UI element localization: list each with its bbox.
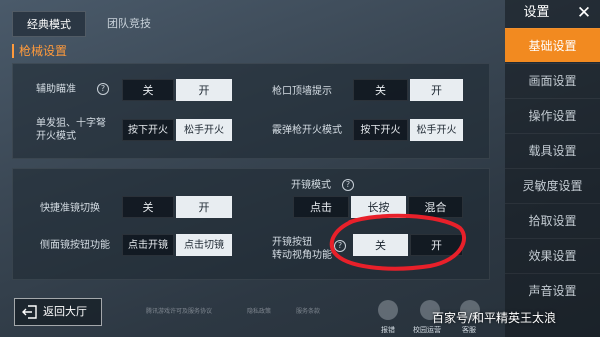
exit-icon — [22, 305, 37, 319]
aim-assist-off-button[interactable]: 关 — [122, 79, 174, 101]
single-shot-press-fire-button[interactable]: 按下开火 — [122, 119, 174, 141]
footnote-terms[interactable]: 服务条款 — [296, 306, 320, 315]
shotgun-release-fire-button[interactable]: 松手开火 — [410, 119, 463, 141]
aim-assist-on-button[interactable]: 开 — [176, 79, 232, 101]
muzzle-wall-hint-off-button[interactable]: 关 — [353, 79, 408, 101]
quick-scope-switch-on-button[interactable]: 开 — [176, 196, 232, 218]
settings-title: 设置 — [523, 5, 550, 20]
sidebar-item-sound[interactable]: 声音设置 — [505, 273, 600, 307]
single-shot-release-fire-button[interactable]: 松手开火 — [176, 119, 232, 141]
tab-classic-mode[interactable]: 经典模式 — [12, 11, 86, 37]
scope-mode-label: 开镜模式 — [291, 180, 331, 191]
scope-mode-help-icon[interactable]: ? — [342, 179, 354, 191]
sidebar-item-effects[interactable]: 效果设置 — [505, 238, 600, 272]
single-shot-fire-mode-label-line2: 开火模式 — [36, 131, 76, 142]
scope-turn-view-label-line1: 开镜按钮 — [272, 237, 312, 248]
sidebar-item-pickup[interactable]: 拾取设置 — [505, 203, 600, 237]
campus-label: 校园运营 — [413, 326, 441, 334]
section-title-weapon-settings: 枪械设置 — [12, 44, 67, 58]
single-shot-fire-mode-label-line1: 单发狙、十字弩 — [36, 118, 106, 129]
close-icon[interactable]: ✕ — [570, 1, 598, 25]
aim-assist-label: 辅助瞄准 — [36, 84, 76, 95]
watermark: 百家号/和平精英王太浪 — [432, 311, 557, 325]
side-scope-switch-button[interactable]: 点击切镜 — [176, 234, 232, 256]
warning-icon[interactable] — [378, 300, 398, 320]
weapon-settings-panel — [12, 63, 490, 159]
muzzle-wall-hint-label: 枪口顶墙提示 — [272, 86, 332, 97]
footnote-license[interactable]: 腾讯游戏许可及服务协议 — [146, 306, 212, 315]
side-scope-button-label: 侧面镜按钮功能 — [40, 240, 110, 251]
aim-assist-help-icon[interactable]: ? — [97, 83, 109, 95]
quick-scope-switch-off-button[interactable]: 关 — [122, 196, 174, 218]
sidebar-item-graphics[interactable]: 画面设置 — [505, 63, 600, 97]
sidebar-item-sensitivity[interactable]: 灵敏度设置 — [505, 168, 600, 202]
sidebar-item-controls[interactable]: 操作设置 — [505, 98, 600, 132]
shotgun-fire-mode-label: 霰弹枪开火模式 — [272, 125, 342, 136]
quick-scope-switch-label: 快捷准镜切换 — [40, 203, 100, 214]
muzzle-wall-hint-on-button[interactable]: 开 — [410, 79, 463, 101]
shotgun-press-fire-button[interactable]: 按下开火 — [353, 119, 408, 141]
side-scope-open-button[interactable]: 点击开镜 — [122, 234, 174, 256]
tab-team-deathmatch[interactable]: 团队竞技 — [94, 11, 164, 37]
sidebar-item-vehicle[interactable]: 载具设置 — [505, 133, 600, 167]
footnote-privacy[interactable]: 隐私政策 — [247, 306, 271, 315]
sidebar-item-basic[interactable]: 基础设置 — [505, 28, 600, 62]
service-label: 客服 — [462, 326, 476, 334]
report-label: 报错 — [381, 326, 395, 334]
red-annotation-circle — [329, 213, 466, 271]
